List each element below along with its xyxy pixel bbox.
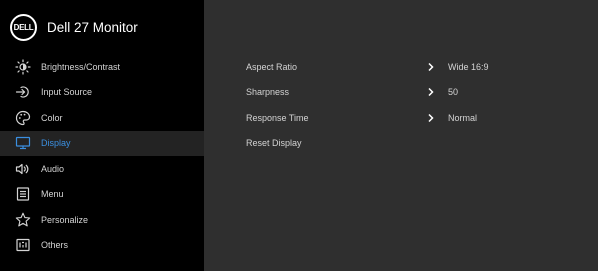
menu-label: Audio — [41, 163, 65, 174]
main-menu: Brightness/Contrast Input Source Color D… — [0, 54, 204, 258]
menu-label: Menu — [41, 189, 64, 200]
menu-icon — [15, 186, 31, 202]
setting-label: Aspect Ratio — [246, 61, 298, 72]
chevron-right-icon — [427, 62, 435, 72]
setting-aspect-ratio[interactable]: Aspect Ratio Wide 16:9 — [204, 54, 598, 80]
setting-label: Response Time — [246, 112, 309, 123]
menu-label: Personalize — [41, 214, 89, 225]
menu-label: Color — [41, 112, 63, 123]
setting-label: Sharpness — [246, 87, 290, 98]
setting-reset-display[interactable]: Reset Display — [204, 131, 598, 157]
setting-value: 50 — [448, 87, 459, 98]
menu-label: Display — [41, 138, 71, 149]
setting-label: Reset Display — [246, 138, 302, 149]
setting-response-time[interactable]: Response Time Normal — [204, 105, 598, 131]
display-settings-panel: Aspect Ratio Wide 16:9 Sharpness 50 Resp… — [204, 0, 598, 271]
star-icon — [15, 212, 31, 228]
setting-value: Normal — [448, 112, 478, 123]
menu-item-menu[interactable]: Menu — [0, 182, 204, 208]
others-icon — [15, 237, 31, 253]
color-palette-icon — [15, 110, 31, 126]
dell-logo: DELL — [10, 14, 37, 41]
menu-item-color[interactable]: Color — [0, 105, 204, 131]
osd-sidebar: DELL Dell 27 Monitor Brightness/Contrast… — [0, 0, 204, 271]
brand-header: DELL Dell 27 Monitor — [10, 14, 138, 41]
input-source-icon — [15, 84, 31, 100]
menu-item-input-source[interactable]: Input Source — [0, 80, 204, 106]
menu-item-brightness-contrast[interactable]: Brightness/Contrast — [0, 54, 204, 80]
setting-value: Wide 16:9 — [448, 61, 489, 72]
brightness-icon — [15, 59, 31, 75]
monitor-osd: DELL Dell 27 Monitor Brightness/Contrast… — [0, 0, 598, 271]
setting-sharpness[interactable]: Sharpness 50 — [204, 80, 598, 106]
osd-title: Dell 27 Monitor — [47, 20, 138, 35]
speaker-icon — [15, 161, 31, 177]
menu-label: Others — [41, 240, 69, 251]
menu-label: Brightness/Contrast — [41, 61, 121, 72]
display-settings-list: Aspect Ratio Wide 16:9 Sharpness 50 Resp… — [204, 54, 598, 156]
menu-label: Input Source — [41, 87, 93, 98]
menu-item-display[interactable]: Display — [0, 130, 204, 156]
chevron-right-icon — [427, 113, 435, 123]
menu-item-personalize[interactable]: Personalize — [0, 207, 204, 233]
menu-item-others[interactable]: Others — [0, 233, 204, 259]
chevron-right-icon — [427, 87, 435, 97]
display-icon — [15, 135, 31, 151]
logo-text: DELL — [13, 23, 34, 32]
menu-item-audio[interactable]: Audio — [0, 156, 204, 182]
